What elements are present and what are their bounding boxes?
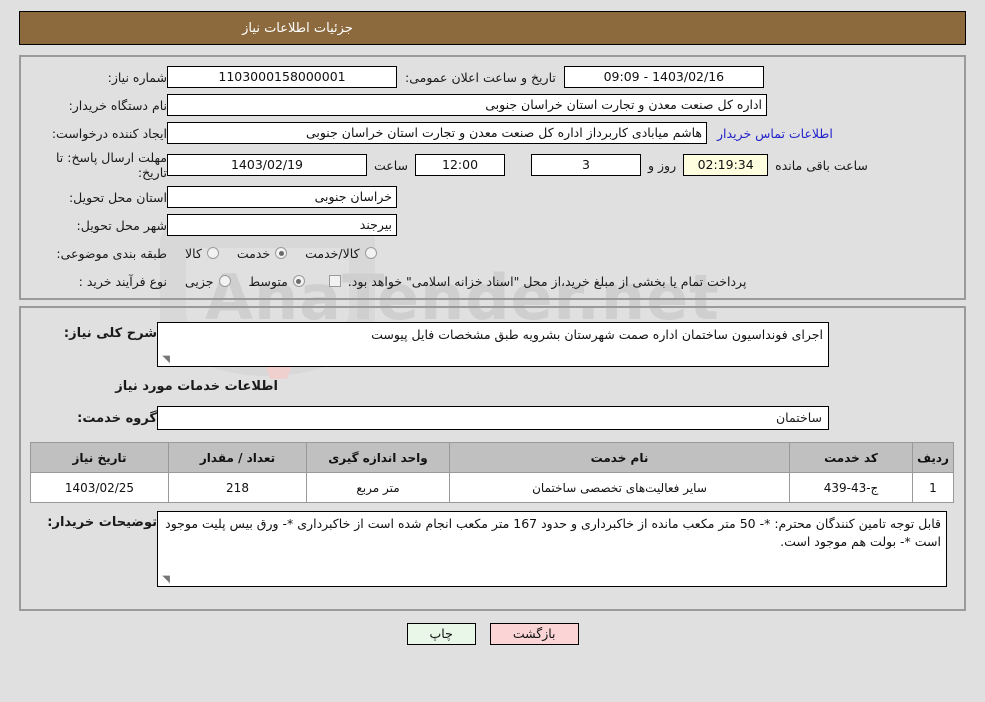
th-service-name: نام خدمت [449,442,790,473]
th-quantity: تعداد / مقدار [168,442,307,473]
row-need-number: 1403/02/16 - 09:09 تاریخ و ساعت اعلان عم… [31,66,954,88]
delivery-province-label: استان محل تحویل: [68,189,167,205]
row-buyer-org: اداره کل صنعت معدن و تجارت استان خراسان … [31,94,954,116]
row-city: بیرجند شهر محل تحویل: [31,214,954,236]
buyer-contact-link[interactable]: اطلاعات تماس خریدار [707,126,843,141]
purchase-type-option-jozei[interactable]: جزیی [185,274,231,289]
radio-selected-icon[interactable] [275,247,288,259]
services-section-title: اطلاعات خدمات مورد نیاز [115,379,278,394]
need-number-label: شماره نیاز: [107,69,167,85]
service-group-label: گروه خدمت: [77,410,157,426]
back-button[interactable]: بازگشت [489,623,579,645]
row-buyer-notes: قابل توجه تامین کنندگان محترم: *- 50 متر… [31,511,954,587]
deadline-label: مهلت ارسال پاسخ: تا تاریخ: [56,150,167,180]
row-service-group: ساختمان گروه خدمت: [31,406,954,430]
resize-grip-icon[interactable]: ◥ [160,575,170,585]
creator-label: ایجاد کننده درخواست: [51,125,167,141]
purchase-type-option-motavaset[interactable]: متوسط [249,274,305,289]
th-service-code: کد خدمت [789,442,913,473]
cell-service-name: سایر فعالیت‌های تخصصی ساختمان [449,472,790,503]
category-option-label: خدمت [236,245,271,261]
category-option-kala[interactable]: کالا [185,246,219,261]
general-description-value: اجرای فونداسیون ساختمان اداره صمت شهرستا… [371,327,823,342]
creator-value: هاشم میابادی کاربرداز اداره کل صنعت معدن… [167,122,707,144]
public-announce-value: 1403/02/16 - 09:09 [563,66,764,88]
purchase-type-option-label: متوسط [248,273,288,289]
row-purchase-type: پرداخت تمام یا بخشی از مبلغ خرید،از محل … [31,270,954,292]
radio-icon[interactable] [218,275,231,287]
cell-unit: متر مربع [306,472,450,503]
print-button[interactable]: چاپ [406,623,476,645]
table-row: 1 ج-43-439 سایر فعالیت‌های تخصصی ساختمان… [30,472,954,503]
row-creator: اطلاعات تماس خریدار هاشم میابادی کاربردا… [31,122,954,144]
deadline-date-value: 1403/02/19 [167,154,367,176]
row-general-description: اجرای فونداسیون ساختمان اداره صمت شهرستا… [31,322,954,367]
category-radio-group: کالا/خدمت خدمت کالا [167,246,377,261]
deadline-time-label: ساعت [374,157,409,173]
radio-selected-icon[interactable] [292,275,305,287]
purchase-type-label: نوع فرآیند خرید : [78,273,167,289]
delivery-city-value: بیرجند [167,214,397,236]
buyer-org-label: نام دستگاه خریدار: [68,97,167,113]
delivery-city-label: شهر محل تحویل: [76,217,167,233]
th-radif: ردیف [912,442,954,473]
purchase-type-option-label: جزیی [185,273,214,289]
service-items-table: ردیف کد خدمت نام خدمت واحد اندازه گیری ت… [30,442,954,503]
row-province: خراسان جنوبی استان محل تحویل: [31,186,954,208]
countdown-timer-value: 02:19:34 [683,154,769,176]
row-category: کالا/خدمت خدمت کالا طبقه بندی موضوعی: [31,242,954,264]
th-unit: واحد اندازه گیری [306,442,450,473]
page-title: جزئیات اطلاعات نیاز [242,20,353,36]
cell-radif: 1 [912,472,954,503]
row-deadline: ساعت باقی مانده 02:19:34 روز و 3 12:00 س… [31,150,954,180]
delivery-province-value: خراسان جنوبی [167,186,397,208]
buyer-org-value: اداره کل صنعت معدن و تجارت استان خراسان … [167,94,767,116]
general-description-textarea[interactable]: اجرای فونداسیون ساختمان اداره صمت شهرستا… [157,322,829,367]
need-details-panel: اجرای فونداسیون ساختمان اداره صمت شهرستا… [19,306,966,611]
buyer-notes-value: قابل توجه تامین کنندگان محترم: *- 50 متر… [165,516,941,549]
resize-grip-icon[interactable]: ◥ [160,355,170,365]
cell-need-date: 1403/02/25 [30,472,169,503]
buyer-notes-label: توضیحات خریدار: [47,515,157,530]
treasury-note-label: پرداخت تمام یا بخشی از مبلغ خرید،از محل … [347,273,747,289]
category-option-label: کالا [185,245,202,261]
cell-quantity: 218 [168,472,307,503]
buyer-notes-textarea[interactable]: قابل توجه تامین کنندگان محترم: *- 50 متر… [157,511,947,587]
remaining-days-value: 3 [531,154,642,176]
page-header: جزئیات اطلاعات نیاز [19,11,966,45]
treasury-checkbox[interactable] [328,275,341,287]
category-label: طبقه بندی موضوعی: [56,245,167,261]
cell-service-code: ج-43-439 [789,472,913,503]
footer-actions: بازگشت چاپ [0,623,985,645]
deadline-time-value: 12:00 [415,154,506,176]
radio-icon[interactable] [206,247,219,259]
category-option-khedmat[interactable]: خدمت [236,245,288,261]
table-header-row: ردیف کد خدمت نام خدمت واحد اندازه گیری ت… [30,442,954,473]
th-need-date: تاریخ نیاز [30,442,169,473]
days-suffix-label: روز و [648,157,677,173]
service-group-value: ساختمان [157,406,829,430]
radio-icon[interactable] [364,247,377,259]
purchase-type-radio-group: متوسط جزیی [167,274,305,289]
category-option-kala-khedmat[interactable]: کالا/خدمت [305,245,377,261]
public-announce-label: تاریخ و ساعت اعلان عمومی: [405,69,556,85]
general-description-label: شرح کلی نیاز: [63,326,157,341]
timer-suffix-label: ساعت باقی مانده [775,157,868,173]
category-option-label: کالا/خدمت [305,245,360,261]
need-summary-panel: 1403/02/16 - 09:09 تاریخ و ساعت اعلان عم… [19,55,966,300]
need-number-value: 1103000158000001 [167,66,397,88]
